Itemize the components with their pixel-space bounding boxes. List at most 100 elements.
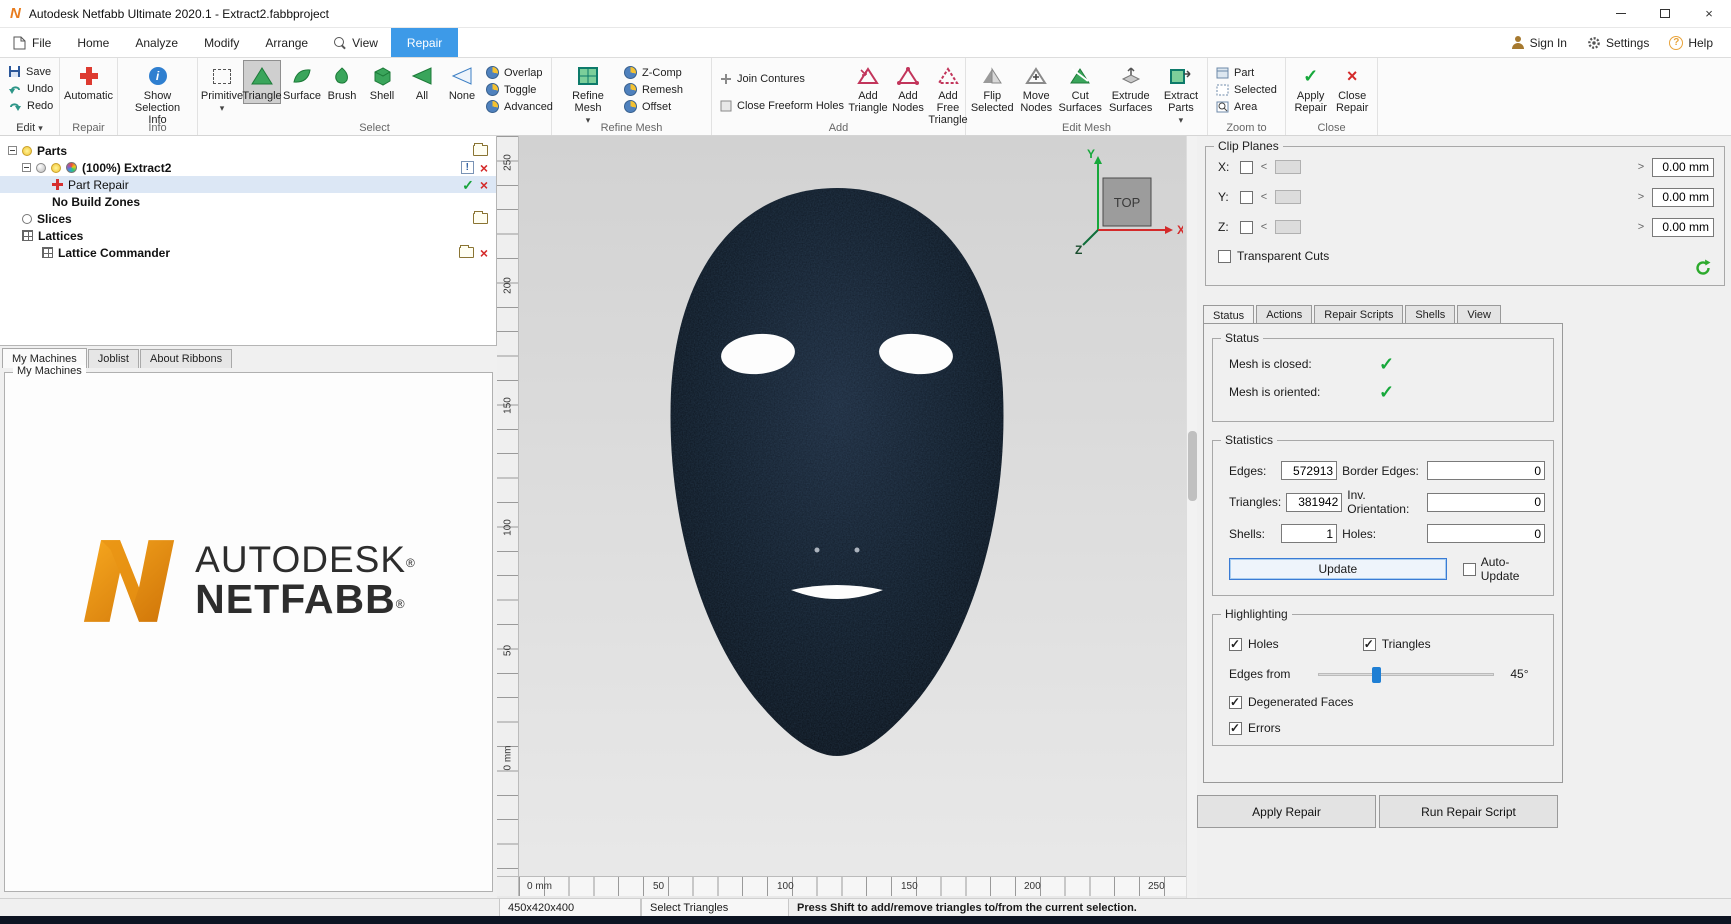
tree-item-no-build-zones[interactable]: No Build Zones (0, 193, 496, 210)
auto-update-checkbox[interactable] (1462, 562, 1476, 576)
slider-thumb[interactable] (1275, 190, 1301, 204)
edges-angle-slider[interactable] (1318, 666, 1495, 683)
zoom-part-button[interactable]: Part (1212, 64, 1281, 81)
errors-checkbox[interactable] (1229, 721, 1242, 735)
zoom-area-button[interactable]: Area (1212, 98, 1281, 115)
save-button[interactable]: Save (4, 63, 57, 80)
undo-button[interactable]: Undo (4, 80, 57, 97)
transparent-cuts-checkbox[interactable] (1218, 249, 1231, 263)
warning-badge[interactable]: ! (460, 161, 474, 174)
refresh-icon[interactable] (1694, 259, 1712, 277)
zoom-selected-button[interactable]: Selected (1212, 81, 1281, 98)
right-panel-scrollbar[interactable] (1186, 136, 1197, 898)
triangles-field[interactable] (1286, 492, 1343, 512)
edges-field[interactable] (1281, 461, 1338, 480)
folder-icon[interactable] (473, 143, 488, 156)
holes-checkbox[interactable] (1229, 637, 1242, 651)
close-freeform-holes-button[interactable]: Close Freeform Holes (716, 97, 848, 114)
maximize-button[interactable] (1643, 0, 1687, 27)
close-repair-button[interactable]: × Close Repair (1332, 60, 1372, 116)
chevron-right-icon[interactable]: > (1636, 221, 1646, 233)
chevron-left-icon[interactable]: < (1259, 221, 1269, 233)
select-primitive-button[interactable]: Primitive ▾ (201, 60, 243, 116)
refine-mesh-button[interactable]: Refine Mesh ▾ (557, 60, 619, 128)
tab-view[interactable]: View (1457, 305, 1501, 325)
tab-repair-scripts[interactable]: Repair Scripts (1314, 305, 1404, 325)
tree-item-extract2[interactable]: (100%) Extract2 ! × (0, 159, 496, 176)
degenerated-faces-checkbox[interactable] (1229, 695, 1242, 709)
apply-repair-button[interactable]: ✓ Apply Repair (1291, 60, 1330, 116)
chevron-left-icon[interactable]: < (1259, 161, 1269, 173)
folder-icon[interactable] (458, 245, 474, 258)
edit-menu-button[interactable]: Edit ▾ (0, 122, 59, 134)
delete-icon[interactable]: × (480, 161, 488, 175)
select-all-button[interactable]: All (403, 60, 441, 104)
tree-item-lattice-commander[interactable]: Lattice Commander × (0, 244, 496, 261)
tab-joblist[interactable]: Joblist (87, 349, 139, 368)
add-nodes-button[interactable]: Add Nodes (889, 60, 927, 116)
collapse-icon[interactable] (8, 146, 17, 155)
clip-y-slider[interactable] (1275, 190, 1630, 204)
clip-z-checkbox[interactable] (1240, 220, 1253, 234)
minimize-button[interactable] (1599, 0, 1643, 27)
tab-repair[interactable]: Repair (390, 28, 459, 57)
holes-field[interactable] (1427, 524, 1545, 543)
slider-thumb[interactable] (1371, 666, 1381, 683)
clip-y-value-input[interactable] (1652, 187, 1714, 207)
tree-item-slices[interactable]: Slices (0, 210, 496, 227)
tab-about-ribbons[interactable]: About Ribbons (139, 349, 233, 368)
apply-repair-footer-button[interactable]: Apply Repair (1197, 795, 1376, 828)
clip-z-value-input[interactable] (1652, 217, 1714, 237)
folder-icon[interactable] (473, 211, 488, 224)
update-button[interactable]: Update (1229, 558, 1447, 580)
chevron-left-icon[interactable]: < (1259, 191, 1269, 203)
select-surface-button[interactable]: Surface (283, 60, 321, 104)
tab-actions[interactable]: Actions (1256, 305, 1313, 325)
automatic-repair-button[interactable]: Automatic (64, 60, 113, 104)
tree-item-parts[interactable]: Parts (0, 142, 496, 159)
clip-x-value-input[interactable] (1652, 157, 1714, 177)
collapse-icon[interactable] (22, 163, 31, 172)
menu-analyze[interactable]: Analyze (122, 28, 191, 57)
cut-surfaces-button[interactable]: Cut Surfaces (1059, 60, 1102, 116)
mask-model[interactable] (645, 182, 1030, 762)
offset-button[interactable]: Offset (620, 98, 687, 115)
border-edges-field[interactable] (1427, 461, 1545, 480)
orientation-cube[interactable]: TOP Y X Z (1073, 148, 1183, 258)
tab-shells[interactable]: Shells (1405, 305, 1456, 325)
select-shell-button[interactable]: Shell (363, 60, 401, 104)
delete-icon[interactable]: × (480, 178, 488, 192)
select-brush-button[interactable]: Brush (323, 60, 361, 104)
clip-x-slider[interactable] (1275, 160, 1630, 174)
menu-file[interactable]: File (0, 28, 64, 57)
chevron-right-icon[interactable]: > (1636, 191, 1646, 203)
chevron-right-icon[interactable]: > (1636, 161, 1646, 173)
slider-thumb[interactable] (1275, 220, 1301, 234)
menu-home[interactable]: Home (64, 28, 122, 57)
shells-field[interactable] (1281, 524, 1338, 543)
tree-item-lattices[interactable]: Lattices (0, 227, 496, 244)
menu-arrange[interactable]: Arrange (252, 28, 321, 57)
show-selection-info-button[interactable]: i Show Selection Info (123, 60, 192, 128)
palette-icon[interactable] (66, 162, 77, 173)
slider-thumb[interactable] (1275, 160, 1301, 174)
redo-button[interactable]: Redo (4, 97, 57, 114)
menu-view[interactable]: View (321, 28, 391, 57)
tree-item-part-repair[interactable]: Part Repair ✓ × (0, 176, 496, 193)
help-button[interactable]: ? Help (1661, 35, 1721, 50)
bulb-icon[interactable] (51, 162, 61, 173)
extract-parts-button[interactable]: Extract Parts ▾ (1160, 60, 1202, 128)
auto-update-option[interactable]: Auto-Update (1462, 555, 1545, 583)
apply-check-icon[interactable]: ✓ (462, 178, 474, 192)
sign-in-button[interactable]: Sign In (1504, 36, 1575, 50)
scrollbar-thumb[interactable] (1188, 431, 1197, 501)
add-triangle-button[interactable]: Add Triangle (848, 60, 888, 116)
z-comp-button[interactable]: Z-Comp (620, 64, 687, 81)
delete-icon[interactable]: × (480, 246, 488, 260)
settings-button[interactable]: Settings (1579, 36, 1657, 50)
flip-selected-button[interactable]: Flip Selected (971, 60, 1014, 116)
close-button[interactable]: × (1687, 0, 1731, 27)
add-free-triangle-button[interactable]: Add Free Triangle (928, 60, 968, 128)
clip-y-checkbox[interactable] (1240, 190, 1253, 204)
move-nodes-button[interactable]: Move Nodes (1016, 60, 1057, 116)
